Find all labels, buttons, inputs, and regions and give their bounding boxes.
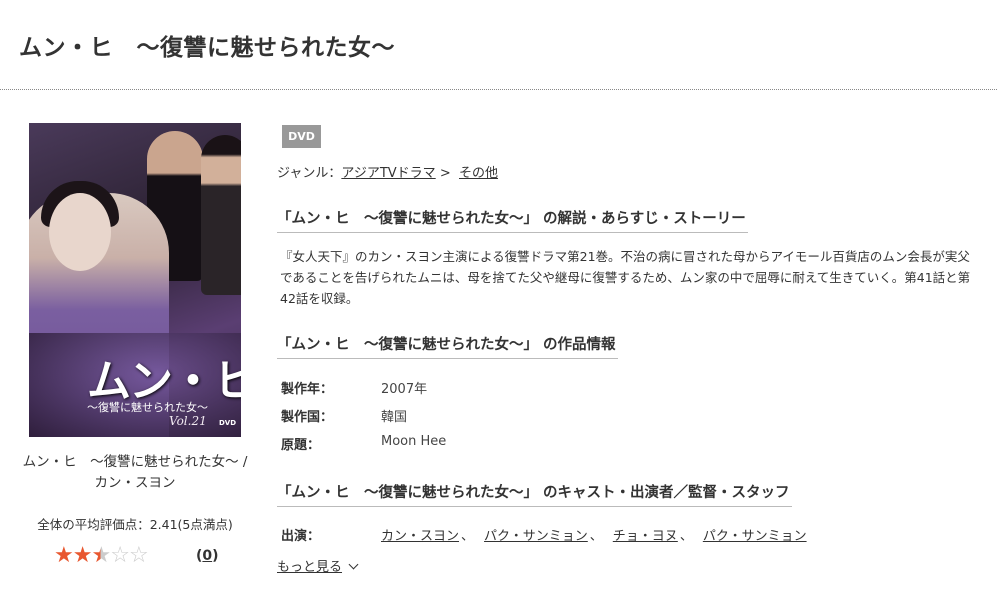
info-value: 2007年: [381, 382, 428, 397]
star-icon: ★: [72, 543, 93, 568]
show-more[interactable]: もっと見る: [277, 556, 359, 575]
page-title: ムン・ヒ ～復讐に魅せられた女～: [19, 35, 395, 61]
story-text: 『女人天下』のカン・スヨン主演による復讐ドラマ第21巻。不治の病に冒された母から…: [280, 249, 971, 306]
rating-stars: ★★★☆☆: [54, 543, 149, 568]
genre-link-asia-tv-drama[interactable]: アジアTVドラマ: [341, 166, 435, 181]
cover-figure-face: [49, 193, 111, 271]
show-more-link[interactable]: もっと見る: [277, 560, 342, 575]
cast-separator: 、: [679, 529, 693, 544]
info-value: Moon Hee: [381, 434, 447, 449]
review-count: (0): [196, 548, 219, 564]
star-icon: ☆: [110, 543, 130, 568]
genre-link-other[interactable]: その他: [459, 166, 498, 181]
cast-separator: 、: [589, 529, 603, 544]
review-count-link[interactable]: 0: [202, 548, 212, 564]
chevron-down-icon[interactable]: [348, 559, 359, 570]
cast-link[interactable]: パク・サンミョン: [703, 529, 807, 544]
cast-label: 出演：: [281, 529, 321, 544]
title-divider: [0, 89, 997, 90]
genre-label: ジャンル：: [277, 166, 342, 181]
cast-link[interactable]: チョ・ヨヌ: [613, 529, 678, 544]
cast-separator: 、: [461, 529, 475, 544]
star-icon: ★: [91, 543, 111, 568]
info-heading: 「ムン・ヒ ～復讐に魅せられた女～」 の作品情報: [277, 333, 618, 359]
average-rating-label: 全体の平均評価点：2.41(5点満点): [37, 517, 233, 532]
cover-dvd-logo: DVD: [219, 419, 237, 427]
star-icon: ★: [54, 543, 74, 568]
media-badge: DVD: [282, 125, 321, 148]
cover-caption: ムン・ヒ ～復讐に魅せられた女～ / カン・スヨン: [22, 454, 248, 491]
cover-volume-text: Vol.21: [169, 414, 207, 428]
cast-heading: 「ムン・ヒ ～復讐に魅せられた女～」 のキャスト・出演者／監督・スタッフ: [277, 481, 792, 507]
cast-list: カン・スヨン、パク・サンミョン、チョ・ヨヌ、パク・サンミョン: [381, 525, 807, 544]
info-label: 原題：: [281, 438, 321, 453]
genre-separator: >: [435, 166, 455, 181]
dvd-cover-image[interactable]: ムン・ヒ ～復讐に魅せられた女～ Vol.21 DVD: [29, 123, 241, 437]
info-label: 製作国：: [281, 410, 334, 425]
cast-row: 出演： カン・スヨン、パク・サンミョン、チョ・ヨヌ、パク・サンミョン: [281, 525, 981, 545]
cover-subtitle-text: ～復讐に魅せられた女～: [87, 401, 208, 414]
info-label: 製作年：: [281, 382, 334, 397]
cast-link[interactable]: パク・サンミョン: [484, 529, 588, 544]
info-value: 韓国: [381, 410, 408, 425]
genre-breadcrumb: ジャンル：アジアTVドラマ > その他: [277, 162, 498, 181]
story-heading: 「ムン・ヒ ～復讐に魅せられた女～」 の解説・あらすじ・ストーリー: [277, 207, 748, 233]
cover-figure-man-right: [201, 135, 241, 295]
cast-link[interactable]: カン・スヨン: [381, 529, 459, 544]
star-icon: ☆: [128, 543, 149, 568]
